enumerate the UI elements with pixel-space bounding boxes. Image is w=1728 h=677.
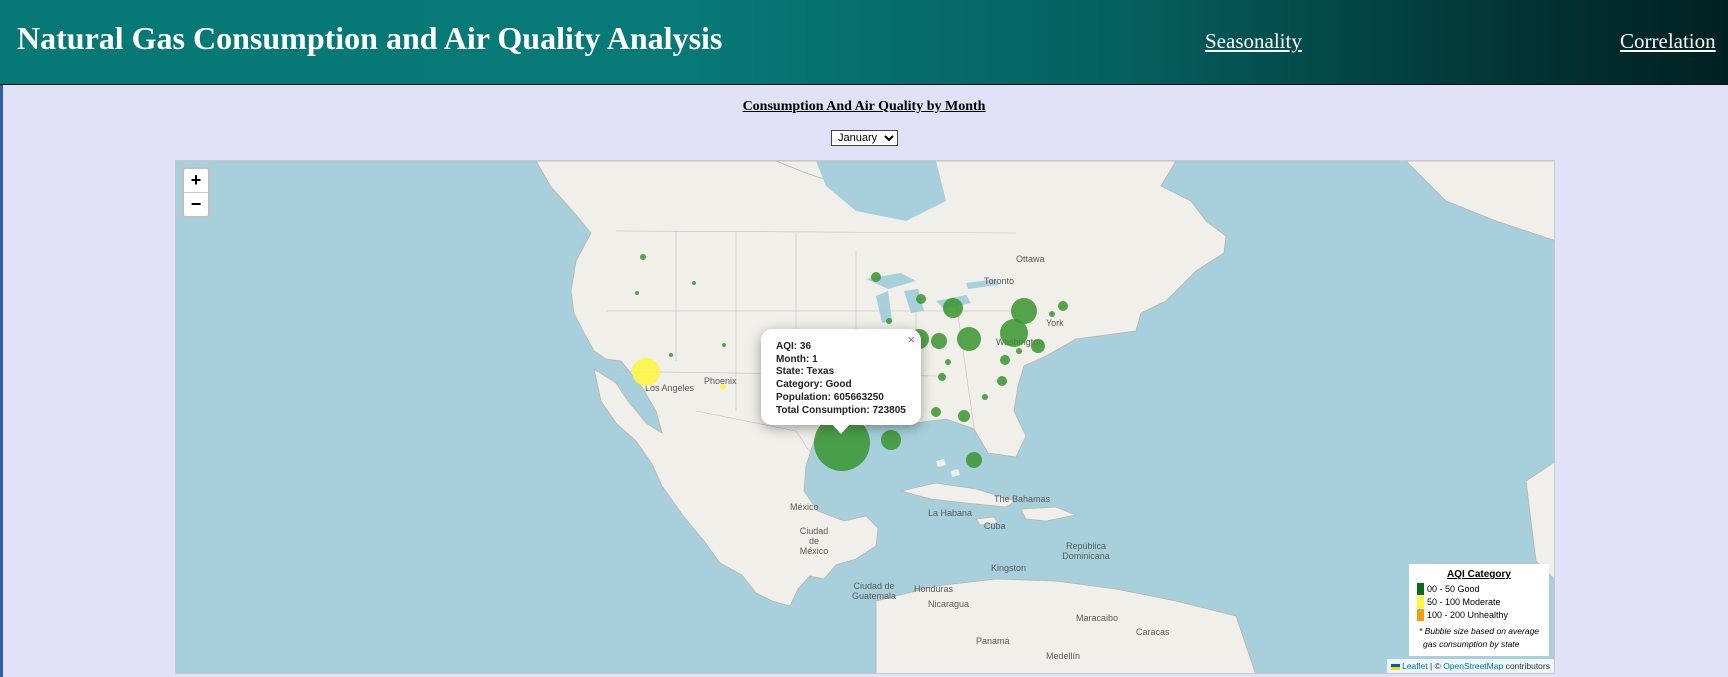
nav-link-correlation[interactable]: Correlation: [1620, 29, 1716, 54]
bubble-tennessee[interactable]: [938, 373, 946, 381]
popup-tip: [831, 423, 851, 434]
bubble-michigan[interactable]: [943, 298, 963, 318]
legend-title: AQI Category: [1447, 569, 1511, 580]
popup-close-button[interactable]: ×: [907, 332, 915, 347]
leaflet-link[interactable]: Leaflet: [1402, 661, 1428, 671]
legend-label-good: 00 - 50 Good: [1427, 584, 1480, 594]
map-attribution: Leaflet | © OpenStreetMap contributors: [1387, 659, 1554, 673]
bubble-minnesota[interactable]: [871, 272, 881, 282]
legend-label-moderate: 50 - 100 Moderate: [1427, 597, 1501, 607]
bubble-nevada[interactable]: [669, 353, 673, 357]
attribution-contributors: contributors: [1505, 661, 1550, 671]
aqi-legend: AQI Category 00 - 50 Good 50 - 100 Moder…: [1409, 564, 1549, 656]
left-edge-bar: [0, 85, 3, 677]
bubble-louisiana[interactable]: [881, 430, 901, 450]
bubble-kentucky[interactable]: [945, 359, 951, 365]
map-container[interactable]: Ottawa Toronto Washington York Phoenix L…: [175, 160, 1555, 674]
popup-aqi: AQI: 36: [776, 341, 812, 352]
popup-total-consumption: Total Consumption: 723805: [776, 404, 906, 416]
bubble-connecticut[interactable]: [1049, 311, 1055, 317]
popup-population: Population: 605663250: [776, 391, 884, 403]
attribution-separator: | ©: [1429, 661, 1441, 671]
bubble-indiana[interactable]: [931, 333, 947, 349]
legend-swatch-good: [1417, 583, 1424, 595]
bubble-california[interactable]: [632, 358, 660, 386]
bubble-maryland[interactable]: [1016, 348, 1022, 354]
bubble-wisconsin[interactable]: [916, 294, 926, 304]
bubble-arizona[interactable]: [720, 384, 726, 390]
page-title: Natural Gas Consumption and Air Quality …: [17, 20, 723, 56]
legend-note-line1: * Bubble size based on average: [1419, 626, 1540, 636]
nav-link-seasonality[interactable]: Seasonality: [1205, 29, 1302, 54]
section-title: Consumption And Air Quality by Month: [742, 99, 986, 114]
openstreetmap-link[interactable]: OpenStreetMap: [1443, 661, 1503, 671]
popup-category: Category: Good: [776, 379, 852, 391]
legend-note-line2: gas consumption by state: [1423, 639, 1520, 649]
bubble-idaho[interactable]: [692, 281, 696, 285]
zoom-out-button[interactable]: −: [184, 193, 208, 216]
bubble-alabama[interactable]: [931, 407, 941, 417]
bubble-north-carolina[interactable]: [997, 376, 1007, 386]
popup-state: State: Texas: [776, 366, 835, 378]
state-popup: × AQI: 36 Month: 1 State: Texas Category…: [761, 329, 921, 434]
bubble-new-jersey[interactable]: [1031, 339, 1045, 353]
bubble-ohio[interactable]: [957, 327, 981, 351]
bubble-south-carolina[interactable]: [982, 394, 988, 400]
month-select[interactable]: January: [831, 130, 898, 146]
header-bar: Natural Gas Consumption and Air Quality …: [0, 0, 1728, 85]
bubble-pennsylvania[interactable]: [1000, 319, 1028, 347]
popup-month: Month: 1: [776, 353, 818, 365]
legend-note: * Bubble size based on average gas consu…: [1419, 625, 1539, 651]
legend-label-unhealthy: 100 - 200 Unhealthy: [1427, 610, 1509, 620]
bubble-utah[interactable]: [722, 343, 726, 347]
zoom-control: + −: [182, 167, 210, 218]
legend-swatch-moderate: [1417, 596, 1424, 608]
bubble-washington[interactable]: [640, 254, 646, 260]
bubble-georgia[interactable]: [958, 410, 970, 422]
bubble-oregon[interactable]: [635, 291, 639, 295]
legend-swatch-unhealthy: [1417, 609, 1424, 621]
bubble-iowa[interactable]: [886, 318, 892, 324]
ukraine-flag-icon: [1391, 663, 1401, 670]
bubble-massachusetts[interactable]: [1058, 301, 1068, 311]
zoom-in-button[interactable]: +: [184, 169, 208, 193]
bubble-virginia[interactable]: [1000, 355, 1010, 365]
bubble-florida[interactable]: [966, 452, 982, 468]
